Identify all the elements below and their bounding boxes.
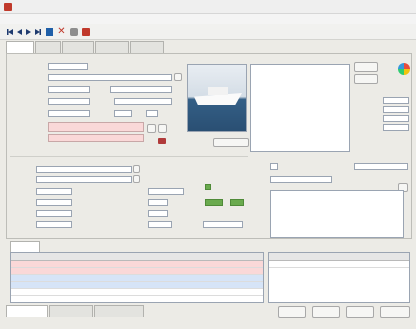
owner-field[interactable] [48,122,144,132]
form-field[interactable] [383,115,409,122]
footer-button[interactable] [312,306,340,318]
form-field[interactable] [48,98,90,105]
table-row[interactable] [11,261,263,268]
engine-checkbox[interactable] [205,184,211,190]
engine-field[interactable] [203,221,243,228]
table-row[interactable] [11,275,263,282]
side-button[interactable] [354,74,378,84]
footer-button[interactable] [278,306,306,318]
engine-field[interactable] [230,199,244,206]
engine-field[interactable] [148,199,168,206]
form-field[interactable] [48,74,172,81]
engine-field[interactable] [36,188,72,195]
engine-lookup-button[interactable] [133,165,140,173]
notes-area[interactable] [270,190,404,238]
title-bar [0,0,416,14]
table-row[interactable] [11,282,263,289]
engine-field[interactable] [36,199,72,206]
form-field[interactable] [48,63,88,70]
image-button[interactable] [213,138,249,147]
form-field[interactable] [48,86,90,93]
owner-button[interactable] [158,124,167,133]
grid-header [269,253,409,261]
boat-cabin-shape [208,87,228,95]
engine-lookup-button[interactable] [133,175,140,183]
form-field[interactable] [383,97,409,104]
form-field[interactable] [383,106,409,113]
tab[interactable] [130,41,164,53]
last-record-icon[interactable] [35,29,41,35]
form-field[interactable] [146,110,158,117]
table-row[interactable] [269,261,409,268]
new-record-icon[interactable] [46,28,53,36]
tab[interactable] [35,41,61,53]
footer-tab[interactable] [94,305,144,317]
delete-record-icon[interactable]: ✕ [57,27,66,37]
engine-field[interactable] [36,176,132,183]
side-button[interactable] [354,62,378,72]
engine-field[interactable] [36,166,132,173]
tab-strip [0,41,416,53]
engine-field[interactable] [148,221,172,228]
notes-area[interactable] [250,64,350,152]
form-field[interactable] [354,163,408,170]
exit-icon[interactable] [82,28,90,36]
form-field[interactable] [383,124,409,131]
first-record-icon[interactable] [7,29,13,35]
form-field[interactable] [270,163,278,170]
form-field[interactable] [114,110,132,117]
next-record-icon[interactable] [26,29,31,35]
owner-field[interactable] [48,134,144,142]
menu-bar [0,14,416,24]
table-row[interactable] [11,289,263,296]
toolbar: ✕ [0,24,416,40]
footer-tab[interactable] [6,305,48,317]
engine-field[interactable] [148,210,168,217]
footer-tab[interactable] [49,305,93,317]
tab[interactable] [6,41,34,53]
footer-button[interactable] [380,306,410,318]
detail-grid[interactable] [268,252,410,303]
tab[interactable] [95,41,129,53]
owner-icon[interactable] [158,138,166,144]
detail-grid[interactable] [10,252,264,303]
form-field[interactable] [110,86,172,93]
color-wheel-icon [398,63,410,75]
footer-button[interactable] [346,306,374,318]
app-window: ✕ [0,0,416,329]
form-field[interactable] [48,110,90,117]
owner-button[interactable] [147,124,156,133]
boat-photo [187,64,247,132]
undo-icon[interactable] [70,28,78,36]
tab[interactable] [62,41,94,53]
table-row[interactable] [11,268,263,275]
engine-field[interactable] [36,221,72,228]
app-icon [4,3,12,11]
form-field[interactable] [114,98,172,105]
grid-header [11,253,263,261]
engine-field[interactable] [205,199,223,206]
engine-field[interactable] [148,188,184,195]
lookup-button[interactable] [174,73,182,81]
form-field[interactable] [270,176,332,183]
previous-record-icon[interactable] [17,29,22,35]
engine-field[interactable] [36,210,72,217]
